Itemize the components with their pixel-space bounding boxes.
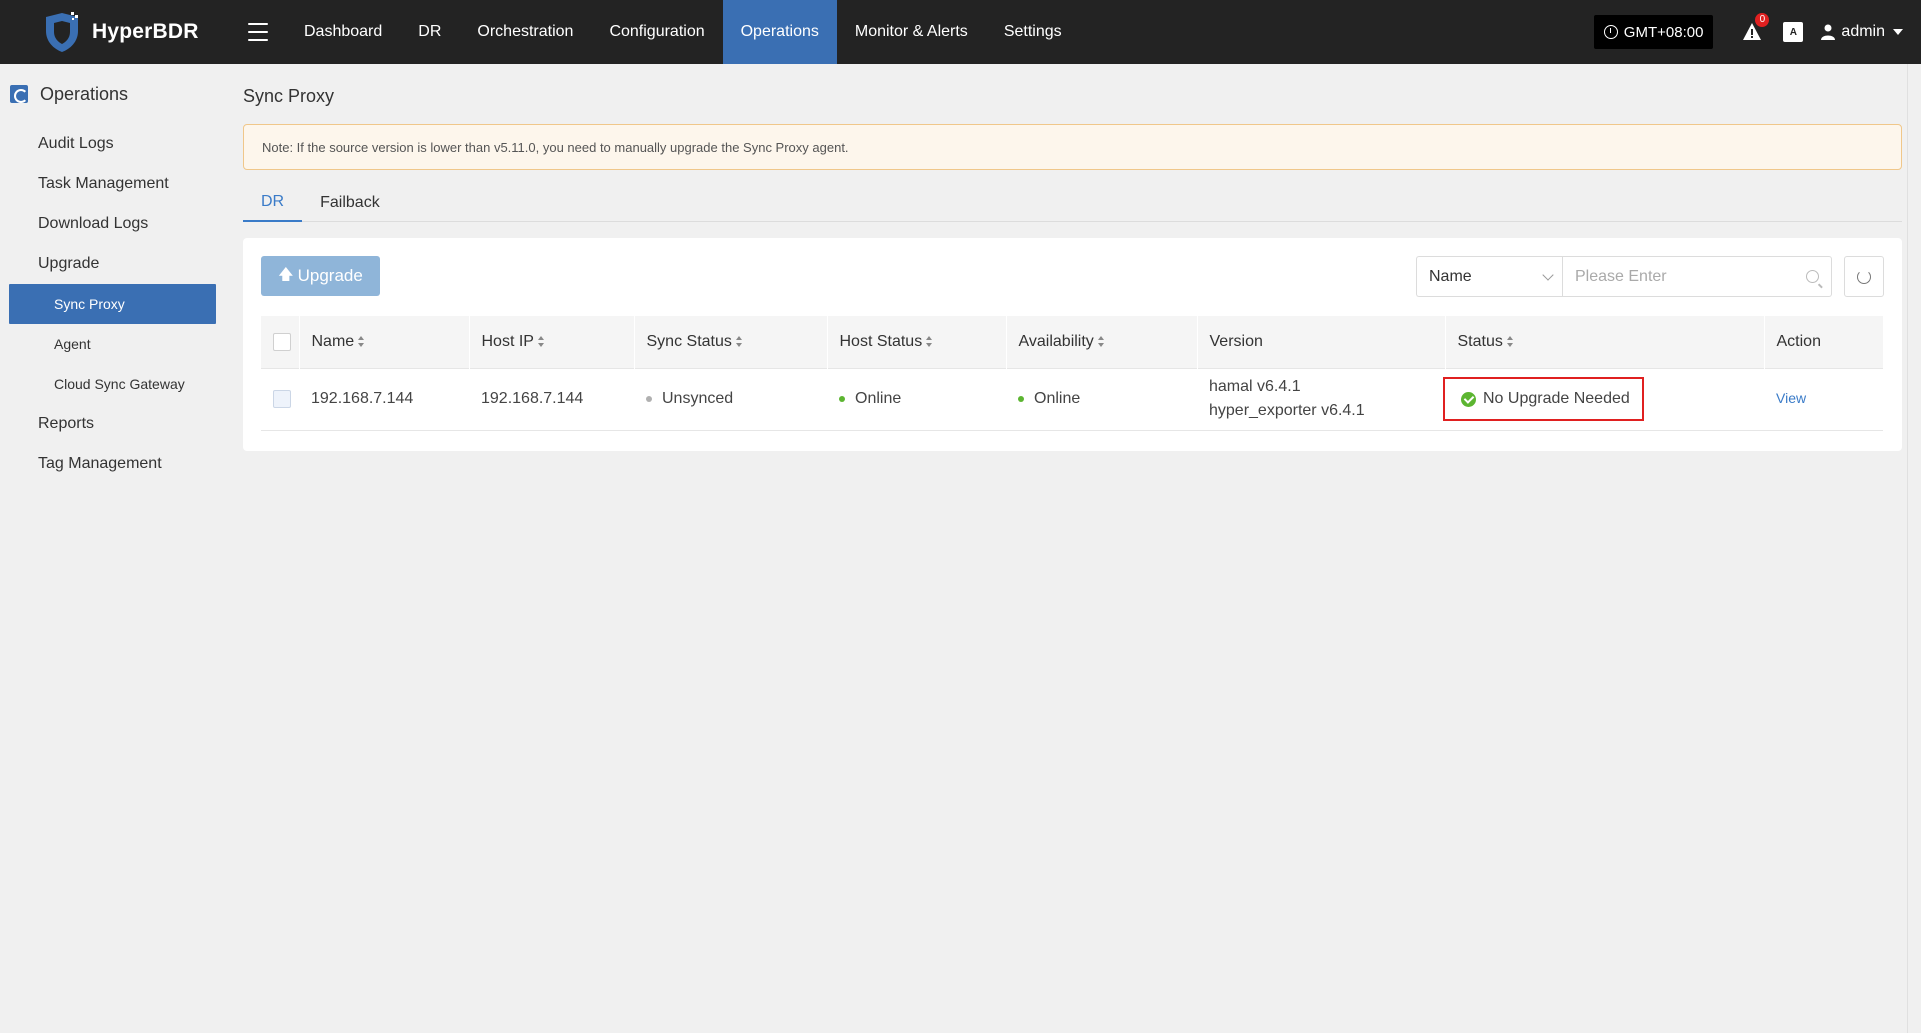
search-input[interactable]: Please Enter [1562, 256, 1832, 297]
search-placeholder: Please Enter [1575, 267, 1667, 285]
cell-sync-status: Unsynced [634, 367, 827, 431]
search-field-value: Name [1429, 267, 1472, 285]
refresh-button[interactable] [1844, 256, 1884, 297]
tab-dr[interactable]: DR [243, 184, 303, 222]
column-header-version: Version [1197, 316, 1446, 368]
column-header-sync-status[interactable]: Sync Status [634, 316, 828, 368]
cell-status: No Upgrade Needed [1443, 367, 1764, 431]
sort-icon[interactable] [735, 336, 743, 348]
page-title: Sync Proxy [243, 86, 335, 106]
table-header-row: Name Host IP Sync Status Host Status Ava… [261, 316, 1883, 368]
column-header-status[interactable]: Status [1445, 316, 1765, 368]
main-content: Sync Proxy Note: If the source version i… [243, 64, 1903, 451]
timezone-label: GMT+08:00 [1623, 23, 1704, 41]
alerts-button[interactable]: 0 [1741, 13, 1770, 43]
sidebar-item-upgrade[interactable]: Upgrade [0, 244, 226, 284]
shield-logo-icon [46, 12, 78, 52]
nav-dr[interactable]: DR [400, 0, 459, 64]
search-group: Name Please Enter [1416, 256, 1832, 297]
cell-name: 192.168.7.144 [299, 367, 469, 431]
column-header-host-ip[interactable]: Host IP [469, 316, 635, 368]
menu-toggle-icon[interactable] [248, 23, 268, 41]
search-icon[interactable] [1806, 270, 1819, 283]
row-checkbox[interactable] [273, 389, 291, 408]
sort-icon[interactable] [1097, 336, 1105, 348]
version-line: hyper_exporter v6.4.1 [1209, 402, 1365, 419]
alert-count-badge: 0 [1755, 13, 1770, 27]
nav-orchestration[interactable]: Orchestration [459, 0, 591, 64]
sort-icon[interactable] [537, 336, 545, 348]
sidebar-item-tag-management[interactable]: Tag Management [0, 444, 226, 484]
cell-availability: Online [1006, 367, 1197, 431]
sort-icon[interactable] [358, 336, 365, 348]
table-row: 192.168.7.144 192.168.7.144 Unsynced Onl… [261, 367, 1883, 431]
cell-version: hamal v6.4.1 hyper_exporter v6.4.1 [1197, 367, 1445, 431]
column-header-host-status[interactable]: Host Status [827, 316, 1007, 368]
sync-proxy-table: Name Host IP Sync Status Host Status Ava… [261, 316, 1883, 431]
cell-host-status: Online [827, 367, 1006, 431]
column-header-availability[interactable]: Availability [1006, 316, 1198, 368]
status-badge: No Upgrade Needed [1443, 377, 1644, 421]
status-dot-icon [1018, 395, 1024, 402]
sidebar-item-reports[interactable]: Reports [0, 404, 226, 444]
user-icon [1821, 24, 1836, 40]
view-link[interactable]: View [1776, 390, 1806, 406]
cell-action: View [1764, 367, 1883, 431]
status-dot-icon [839, 395, 845, 402]
tab-bar: DR Failback [243, 184, 1902, 222]
row-checkbox-cell [261, 367, 299, 431]
sidebar-item-agent[interactable]: Agent [0, 324, 226, 364]
sidebar-item-sync-proxy[interactable]: Sync Proxy [9, 284, 216, 324]
cell-host-ip: 192.168.7.144 [469, 367, 634, 431]
notice-text: Note: If the source version is lower tha… [262, 139, 849, 155]
nav-operations[interactable]: Operations [722, 0, 837, 64]
notice-banner: Note: If the source version is lower tha… [243, 124, 1902, 170]
status-dot-icon [646, 395, 652, 402]
language-switch-icon[interactable]: A [1783, 22, 1804, 42]
timezone-indicator[interactable]: GMT+08:00 [1593, 15, 1714, 49]
sidebar-item-task-management[interactable]: Task Management [0, 164, 226, 204]
app-name: HyperBDR [92, 20, 199, 43]
user-name: admin [1841, 23, 1885, 40]
sidebar-item-audit-logs[interactable]: Audit Logs [0, 124, 226, 164]
nav-settings[interactable]: Settings [986, 0, 1080, 64]
upgrade-button[interactable]: 🡅 Upgrade [261, 256, 380, 296]
nav-dashboard[interactable]: Dashboard [286, 0, 400, 64]
sync-proxy-card: 🡅 Upgrade Name Please Enter Name Host IP… [243, 238, 1902, 451]
column-header-name[interactable]: Name [299, 316, 470, 368]
sidebar-header[interactable]: Operations [0, 64, 226, 124]
upgrade-button-label: Upgrade [297, 266, 363, 285]
version-line: hamal v6.4.1 [1209, 378, 1301, 395]
arrow-up-icon: 🡅 [278, 265, 294, 283]
sidebar: Operations Audit Logs Task Management Do… [0, 64, 226, 1033]
sort-icon[interactable] [926, 336, 933, 348]
refresh-icon [1857, 269, 1871, 284]
search-field-select[interactable]: Name [1416, 256, 1562, 297]
sidebar-item-cloud-sync-gateway[interactable]: Cloud Sync Gateway [0, 364, 226, 404]
chevron-down-icon [1542, 268, 1554, 281]
page-scrollbar[interactable] [1907, 64, 1921, 1033]
user-menu[interactable]: admin [1821, 23, 1903, 41]
nav-monitor-alerts[interactable]: Monitor & Alerts [837, 0, 986, 64]
top-navigation-bar: HyperBDR Dashboard DR Orchestration Conf… [0, 0, 1921, 64]
column-header-action: Action [1764, 316, 1883, 368]
tab-failback[interactable]: Failback [302, 184, 398, 221]
sidebar-item-download-logs[interactable]: Download Logs [0, 204, 226, 244]
select-all-checkbox[interactable] [273, 332, 291, 351]
sidebar-header-label: Operations [40, 83, 129, 104]
clock-icon [1603, 25, 1618, 39]
main-nav: Dashboard DR Orchestration Configuration… [286, 0, 1080, 64]
app-logo[interactable]: HyperBDR [0, 0, 218, 64]
nav-configuration[interactable]: Configuration [591, 0, 722, 64]
check-circle-icon [1461, 391, 1476, 407]
operations-icon [10, 85, 28, 103]
sort-icon[interactable] [1506, 336, 1514, 348]
header-checkbox-cell [261, 316, 300, 368]
chevron-down-icon [1893, 29, 1903, 35]
